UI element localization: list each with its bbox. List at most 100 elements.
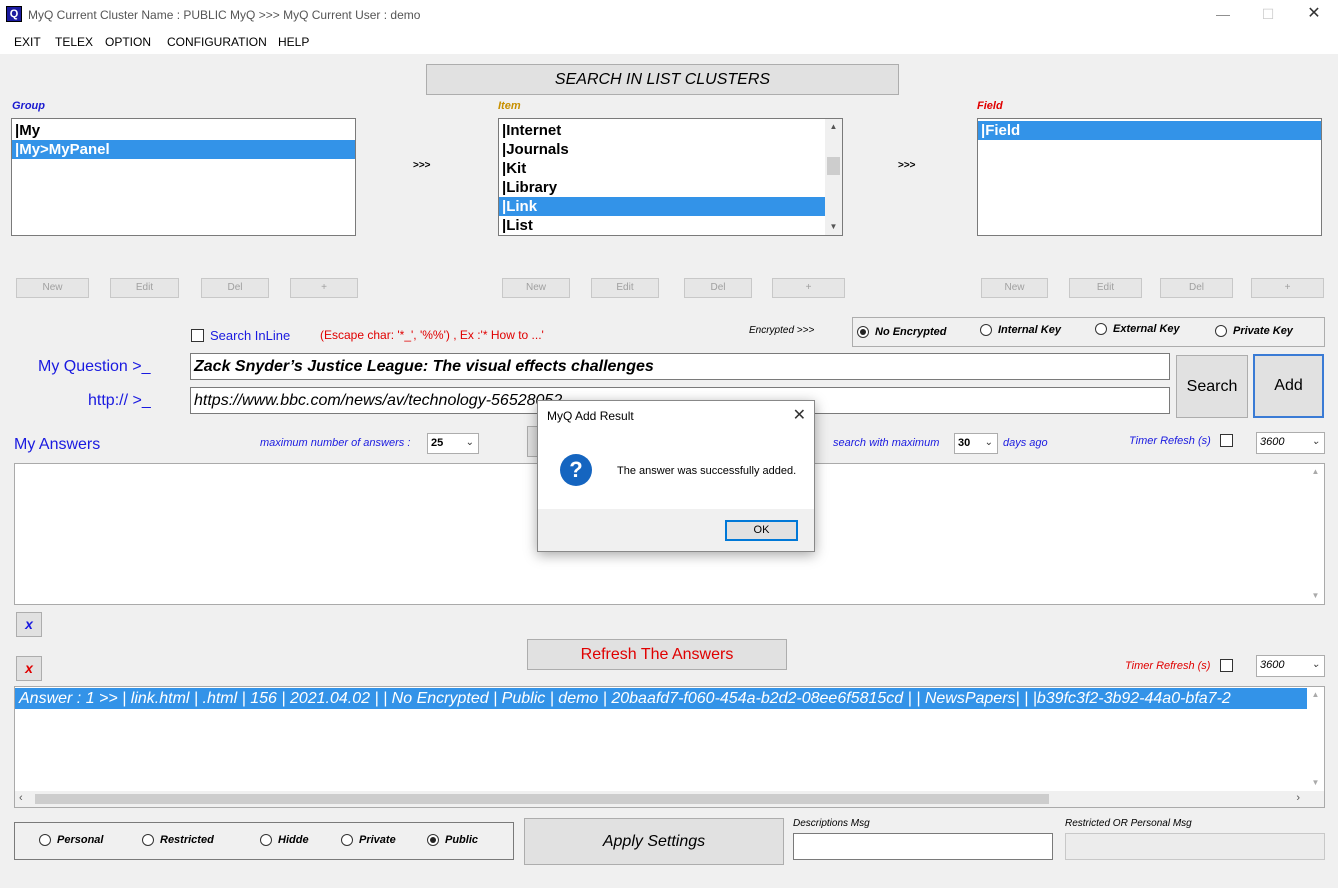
item-scrollbar[interactable]: ▲ ▼ xyxy=(825,119,842,235)
scroll-thumb[interactable] xyxy=(827,157,840,175)
field-del-button[interactable]: Del xyxy=(1160,278,1233,298)
dialog-footer: OK xyxy=(538,509,814,551)
menu-exit[interactable]: EXIT xyxy=(14,35,41,49)
list-item[interactable]: |List xyxy=(499,216,825,235)
scroll-down-icon[interactable]: ▼ xyxy=(1307,588,1324,604)
item-new-button[interactable]: New xyxy=(502,278,570,298)
item-edit-button[interactable]: Edit xyxy=(591,278,659,298)
results-timer-checkbox[interactable] xyxy=(1220,659,1233,672)
scroll-left-icon[interactable]: ‹ xyxy=(19,792,23,804)
menu-option[interactable]: OPTION xyxy=(105,35,151,49)
search-clusters-button[interactable]: SEARCH IN LIST CLUSTERS xyxy=(426,64,899,95)
group-plus-button[interactable]: + xyxy=(290,278,358,298)
encryption-option-internal[interactable]: Internal Key xyxy=(980,324,1061,337)
clear-results-button[interactable]: x xyxy=(16,656,42,681)
answers-title: My Answers xyxy=(14,436,101,453)
scroll-right-icon[interactable]: › xyxy=(1296,792,1300,804)
results-h-scrollbar[interactable]: ‹ › xyxy=(15,791,1324,807)
dialog-message: The answer was successfully added. xyxy=(617,465,797,477)
scroll-up-icon[interactable]: ▲ xyxy=(1307,464,1324,480)
visibility-option-private[interactable]: Private xyxy=(341,834,396,847)
add-result-dialog: MyQ Add Result ✕ ? The answer was succes… xyxy=(537,400,815,552)
max-answers-label: maximum number of answers : xyxy=(260,437,411,449)
timer-refresh-select[interactable]: 3600 ⌄ xyxy=(1256,432,1325,454)
answers-scrollbar[interactable]: ▲ ▼ xyxy=(1307,464,1324,604)
search-button[interactable]: Search xyxy=(1176,355,1248,418)
encryption-option-none[interactable]: No Encrypted xyxy=(857,326,947,339)
radio-icon[interactable] xyxy=(980,324,992,337)
radio-selected-icon[interactable] xyxy=(857,326,869,339)
question-label: My Question >_ xyxy=(38,358,151,375)
menu-help[interactable]: HELP xyxy=(278,35,309,49)
add-button[interactable]: Add xyxy=(1253,354,1324,418)
search-max-select[interactable]: 30 ⌄ xyxy=(954,433,998,454)
maximize-icon[interactable]: ☐ xyxy=(1253,4,1283,24)
group-listbox[interactable]: |My |My>MyPanel xyxy=(11,118,356,236)
field-new-button[interactable]: New xyxy=(981,278,1048,298)
list-item-selected[interactable]: |Field xyxy=(978,121,1321,140)
title-bar: Q MyQ Current Cluster Name : PUBLIC MyQ … xyxy=(0,0,1338,30)
max-answers-select[interactable]: 25 ⌄ xyxy=(427,433,479,454)
search-inline-label: Search InLine xyxy=(210,328,291,343)
clear-answers-button[interactable]: x xyxy=(16,612,42,637)
visibility-option-restricted[interactable]: Restricted xyxy=(142,834,214,847)
radio-icon[interactable] xyxy=(142,834,154,847)
results-timer-label: Timer Refresh (s) xyxy=(1125,660,1211,672)
group-del-button[interactable]: Del xyxy=(201,278,269,298)
search-inline-checkbox[interactable] xyxy=(191,329,204,342)
ok-button[interactable]: OK xyxy=(725,520,798,541)
close-icon[interactable]: ✕ xyxy=(1299,4,1329,24)
result-row[interactable]: Answer : 1 >> | link.html | .html | 156 … xyxy=(15,688,1307,709)
scroll-down-icon[interactable]: ▼ xyxy=(825,219,842,235)
scroll-up-icon[interactable]: ▲ xyxy=(1307,687,1324,703)
radio-icon[interactable] xyxy=(1215,325,1227,338)
visibility-option-hidde[interactable]: Hidde xyxy=(260,834,309,847)
item-plus-button[interactable]: + xyxy=(772,278,845,298)
menu-telex[interactable]: TELEX xyxy=(55,35,93,49)
item-listbox[interactable]: |Internet |Journals |Kit |Library |Link … xyxy=(498,118,843,236)
timer-refresh-checkbox[interactable] xyxy=(1220,434,1233,447)
list-item[interactable]: |My xyxy=(12,121,355,140)
radio-icon[interactable] xyxy=(260,834,272,847)
list-item[interactable]: |Internet xyxy=(499,121,825,140)
list-item-selected[interactable]: |My>MyPanel xyxy=(12,140,355,159)
arrow-indicator: >>> xyxy=(413,160,431,171)
list-item[interactable]: |Kit xyxy=(499,159,825,178)
days-ago-label: days ago xyxy=(1003,437,1048,449)
list-item[interactable]: |Library xyxy=(499,178,825,197)
radio-icon[interactable] xyxy=(341,834,353,847)
restricted-msg-input[interactable] xyxy=(1065,833,1325,860)
descriptions-input[interactable] xyxy=(793,833,1053,860)
group-edit-button[interactable]: Edit xyxy=(110,278,179,298)
scroll-down-icon[interactable]: ▼ xyxy=(1307,775,1324,791)
h-scroll-thumb[interactable] xyxy=(35,794,1049,804)
question-icon: ? xyxy=(560,454,592,486)
encryption-option-external[interactable]: External Key xyxy=(1095,323,1180,336)
refresh-answers-button[interactable]: Refresh The Answers xyxy=(527,639,787,670)
scroll-up-icon[interactable]: ▲ xyxy=(825,119,842,135)
encryption-option-private[interactable]: Private Key xyxy=(1215,325,1293,338)
menu-configuration[interactable]: CONFIGURATION xyxy=(167,35,267,49)
field-plus-button[interactable]: + xyxy=(1251,278,1324,298)
field-edit-button[interactable]: Edit xyxy=(1069,278,1142,298)
menu-bar: EXIT TELEX OPTION CONFIGURATION HELP xyxy=(0,30,1338,54)
group-new-button[interactable]: New xyxy=(16,278,89,298)
results-listbox[interactable]: Answer : 1 >> | link.html | .html | 156 … xyxy=(14,686,1325,808)
minimize-icon[interactable]: — xyxy=(1208,4,1238,24)
results-timer-select[interactable]: 3600 ⌄ xyxy=(1256,655,1325,677)
results-v-scrollbar[interactable]: ▲ ▼ xyxy=(1307,687,1324,791)
question-input[interactable]: Zack Snyder’s Justice League: The visual… xyxy=(190,353,1170,380)
item-del-button[interactable]: Del xyxy=(684,278,752,298)
visibility-option-personal[interactable]: Personal xyxy=(39,834,103,847)
apply-settings-button[interactable]: Apply Settings xyxy=(524,818,784,865)
list-item-selected[interactable]: |Link xyxy=(499,197,825,216)
dialog-close-icon[interactable]: ✕ xyxy=(793,405,806,425)
descriptions-label: Descriptions Msg xyxy=(793,818,870,829)
field-listbox[interactable]: |Field xyxy=(977,118,1322,236)
list-item[interactable]: |Journals xyxy=(499,140,825,159)
radio-selected-icon[interactable] xyxy=(427,834,439,847)
radio-icon[interactable] xyxy=(39,834,51,847)
chevron-down-icon: ⌄ xyxy=(465,437,474,448)
visibility-option-public[interactable]: Public xyxy=(427,834,478,847)
radio-icon[interactable] xyxy=(1095,323,1107,336)
